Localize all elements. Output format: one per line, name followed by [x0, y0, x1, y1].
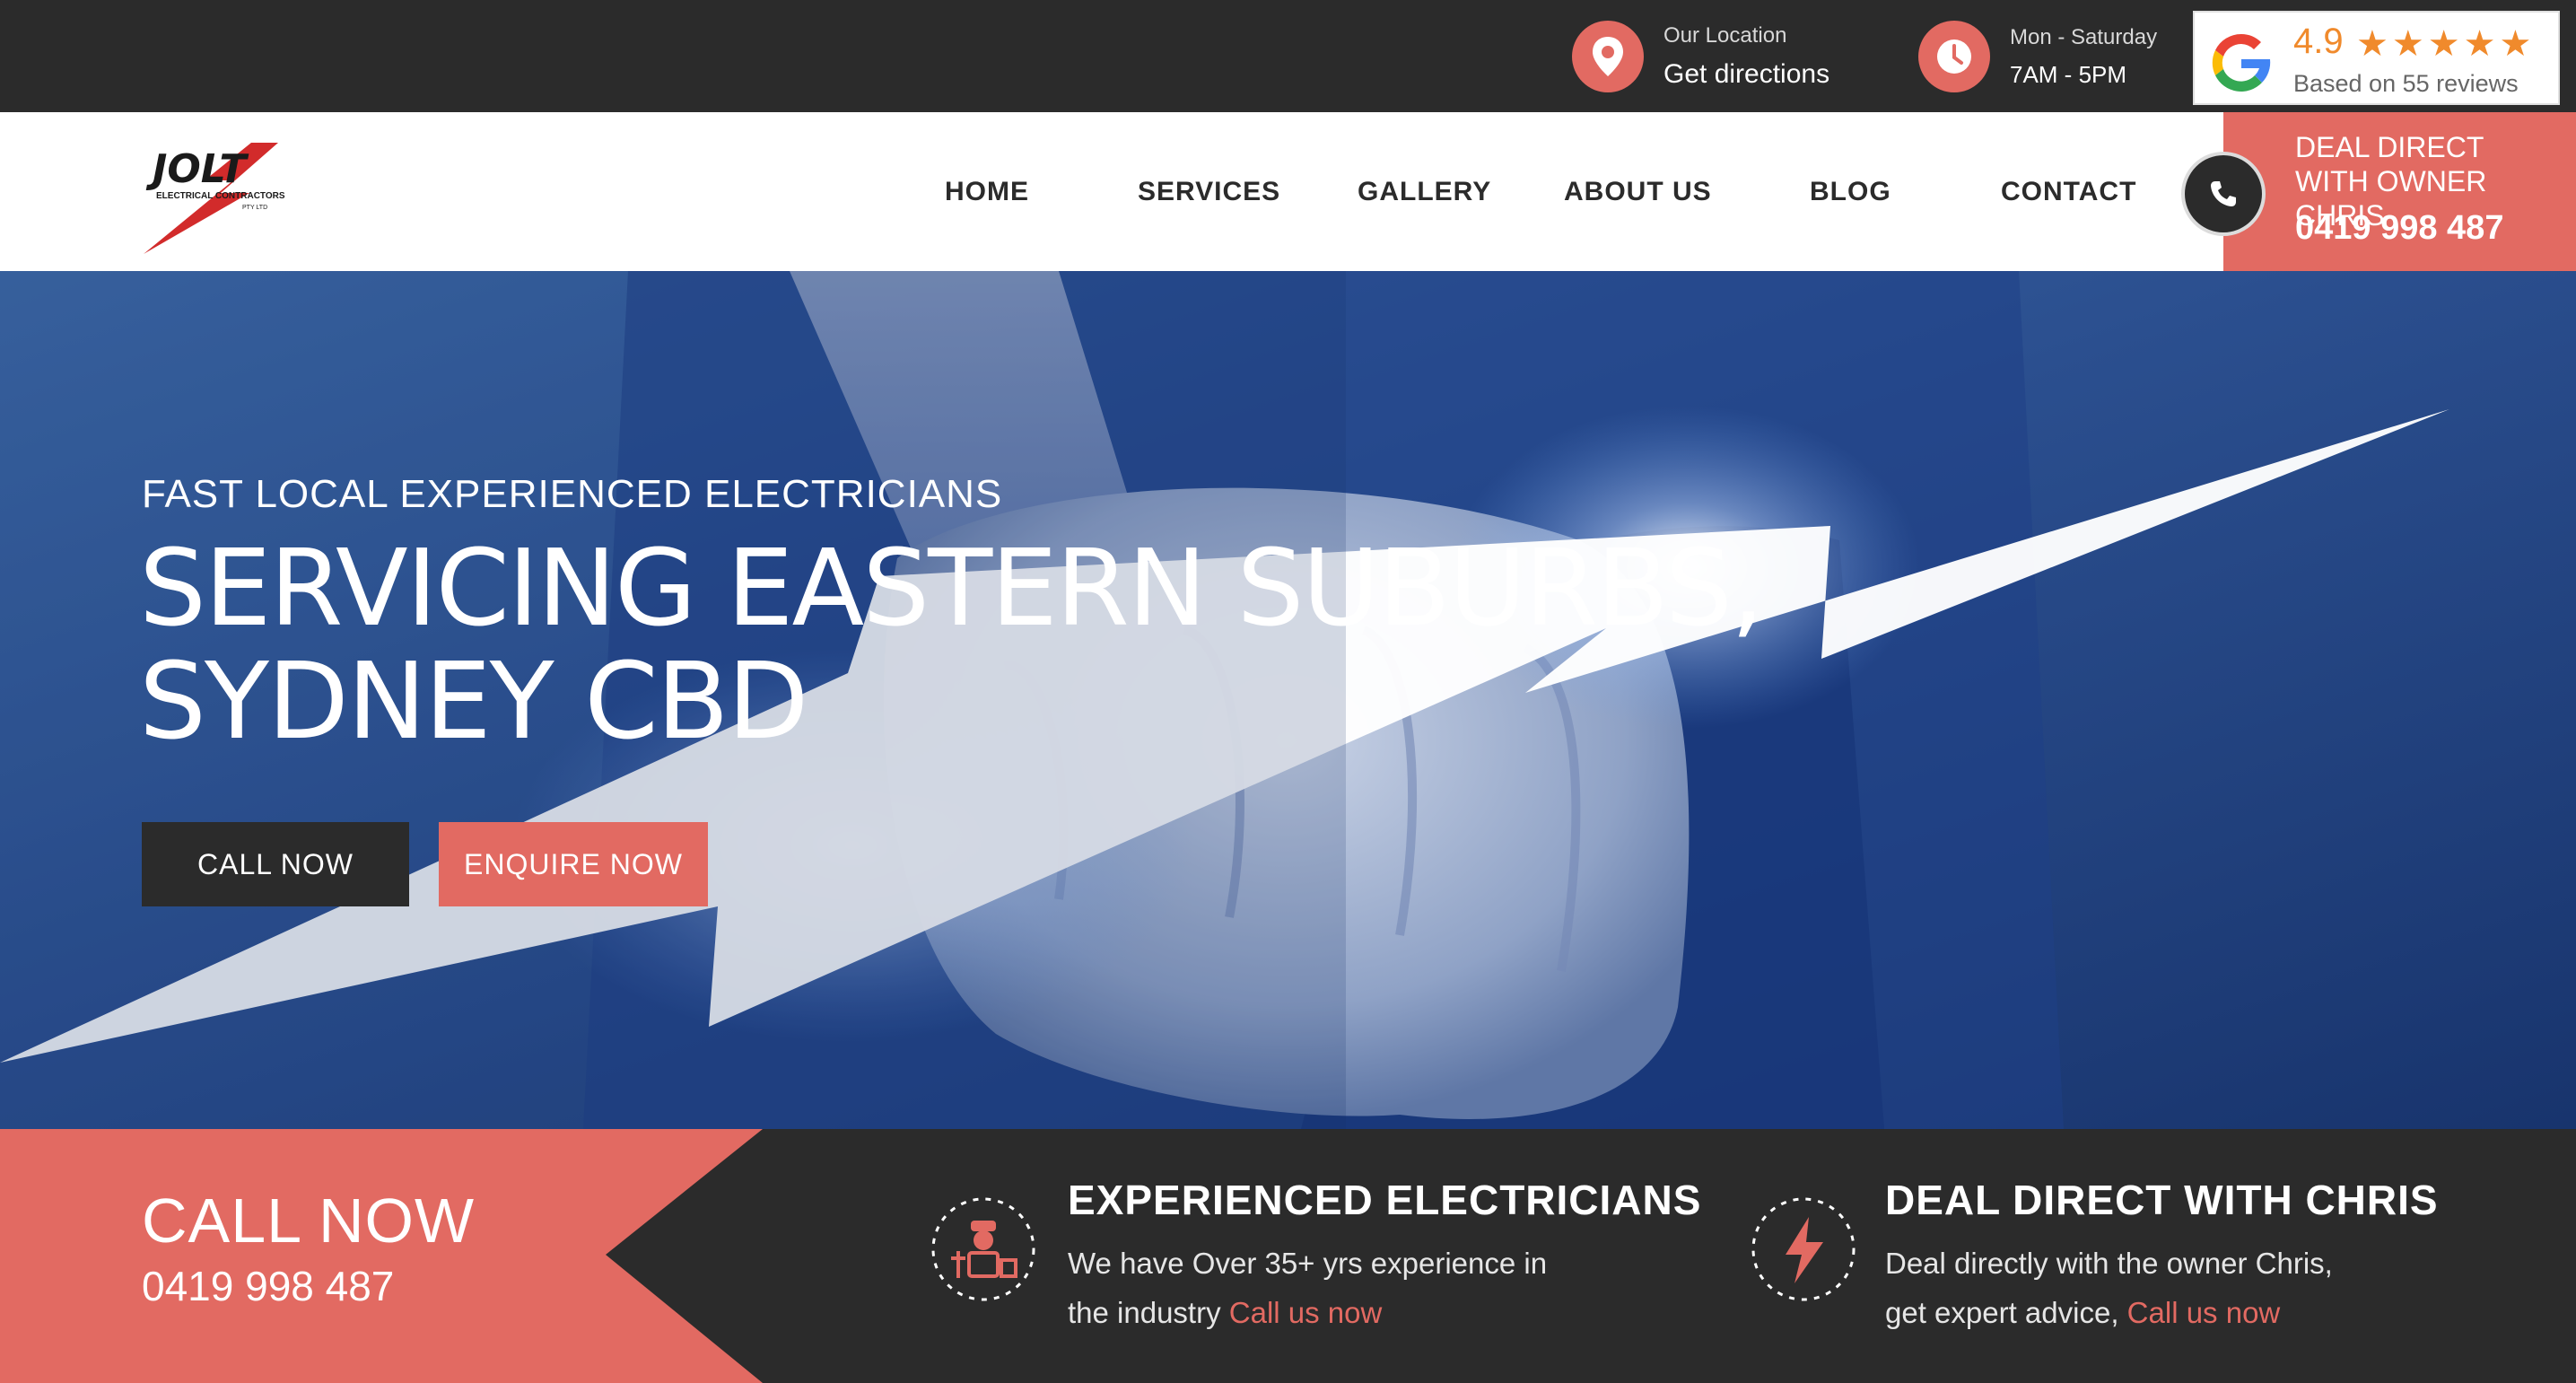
hero-kicker: FAST LOCAL EXPERIENCED ELECTRICIANS [142, 472, 1003, 516]
deal-line-1: DEAL DIRECT [2295, 131, 2484, 163]
feature-experienced-line-2: the industry Call us now [1068, 1288, 1547, 1337]
hours-value: 7AM - 5PM [2010, 60, 2127, 88]
location-label: Our Location [1663, 23, 1787, 48]
review-rating: 4.9 [2293, 22, 2344, 61]
feature-strip: CALL NOW 0419 998 487 EXPERIENCED ELECTR… [0, 1129, 2576, 1383]
deal-phone-number[interactable]: 0419 998 487 [2295, 209, 2503, 248]
review-count: Based on 55 reviews [2293, 70, 2519, 97]
phone-call-button[interactable] [2181, 152, 2266, 236]
hero-banner: FAST LOCAL EXPERIENCED ELECTRICIANS SERV… [0, 271, 2576, 1129]
clock-icon [1918, 21, 1990, 92]
location-info[interactable]: Our Location Get directions [1572, 16, 1829, 97]
hours-label: Mon - Saturday [2010, 24, 2158, 49]
deal-direct-cta[interactable]: DEAL DIRECT WITH OWNER CHRIS 0419 998 48… [2223, 112, 2576, 271]
feature-deal-direct-line-2-text: get expert advice, [1885, 1296, 2119, 1329]
call-now-button[interactable]: CALL NOW [142, 822, 409, 906]
hero-headline-line-1: SERVICING EASTERN SUBURBS, [139, 526, 1764, 650]
nav-gallery[interactable]: GALLERY [1358, 177, 1491, 207]
feature-experienced-call-link[interactable]: Call us now [1229, 1296, 1383, 1329]
hours-info: Mon - Saturday 7AM - 5PM [1918, 16, 2157, 97]
feature-deal-direct-title: DEAL DIRECT WITH CHRIS [1885, 1177, 2439, 1223]
strip-call-phone[interactable]: 0419 998 487 [142, 1262, 394, 1310]
logo-fine-print: PTY LTD [242, 205, 267, 211]
feature-experienced-text: We have Over 35+ yrs experience in the i… [1068, 1239, 1547, 1337]
map-pin-icon [1572, 21, 1644, 92]
top-bar: Our Location Get directions Mon - Saturd… [0, 0, 2576, 112]
feature-experienced-line-2-text: the industry [1068, 1296, 1221, 1329]
logo-wordmark: JOLT [145, 146, 249, 192]
review-stars: ★★★★★ [2356, 24, 2536, 64]
feature-deal-direct-call-link[interactable]: Call us now [2127, 1296, 2281, 1329]
site-logo[interactable]: JOLT ELECTRICAL CONTRACTORS PTY LTD [144, 128, 323, 254]
nav-contact[interactable]: CONTACT [2001, 177, 2136, 207]
feature-deal-direct-line-1: Deal directly with the owner Chris, [1885, 1247, 2333, 1280]
feature-experienced-title: EXPERIENCED ELECTRICIANS [1068, 1177, 1702, 1223]
nav-home[interactable]: HOME [945, 177, 1029, 207]
get-directions-link[interactable]: Get directions [1663, 59, 1829, 90]
enquire-now-button[interactable]: ENQUIRE NOW [439, 822, 708, 906]
feature-experienced-line-1: We have Over 35+ yrs experience in [1068, 1247, 1548, 1280]
lightning-bolt-icon [1750, 1195, 1857, 1303]
nav-services[interactable]: SERVICES [1138, 177, 1280, 207]
main-navigation: JOLT ELECTRICAL CONTRACTORS PTY LTD HOME… [0, 112, 2576, 271]
feature-deal-direct-text: Deal directly with the owner Chris, get … [1885, 1239, 2333, 1337]
google-g-icon [2205, 27, 2277, 103]
feature-deal-direct-line-2: get expert advice, Call us now [1885, 1288, 2333, 1337]
nav-blog[interactable]: BLOG [1810, 177, 1891, 207]
phone-icon [2211, 181, 2236, 206]
logo-subtext: ELECTRICAL CONTRACTORS [156, 191, 285, 201]
electrician-icon [930, 1195, 1037, 1303]
nav-about-us[interactable]: ABOUT US [1564, 177, 1712, 207]
google-review-badge[interactable]: 4.9 ★★★★★ Based on 55 reviews [2193, 11, 2560, 105]
hero-headline: SERVICING EASTERN SUBURBS, SYDNEY CBD [139, 526, 1764, 763]
hero-headline-line-2: SYDNEY CBD [139, 639, 808, 763]
strip-call-title: CALL NOW [142, 1186, 476, 1256]
